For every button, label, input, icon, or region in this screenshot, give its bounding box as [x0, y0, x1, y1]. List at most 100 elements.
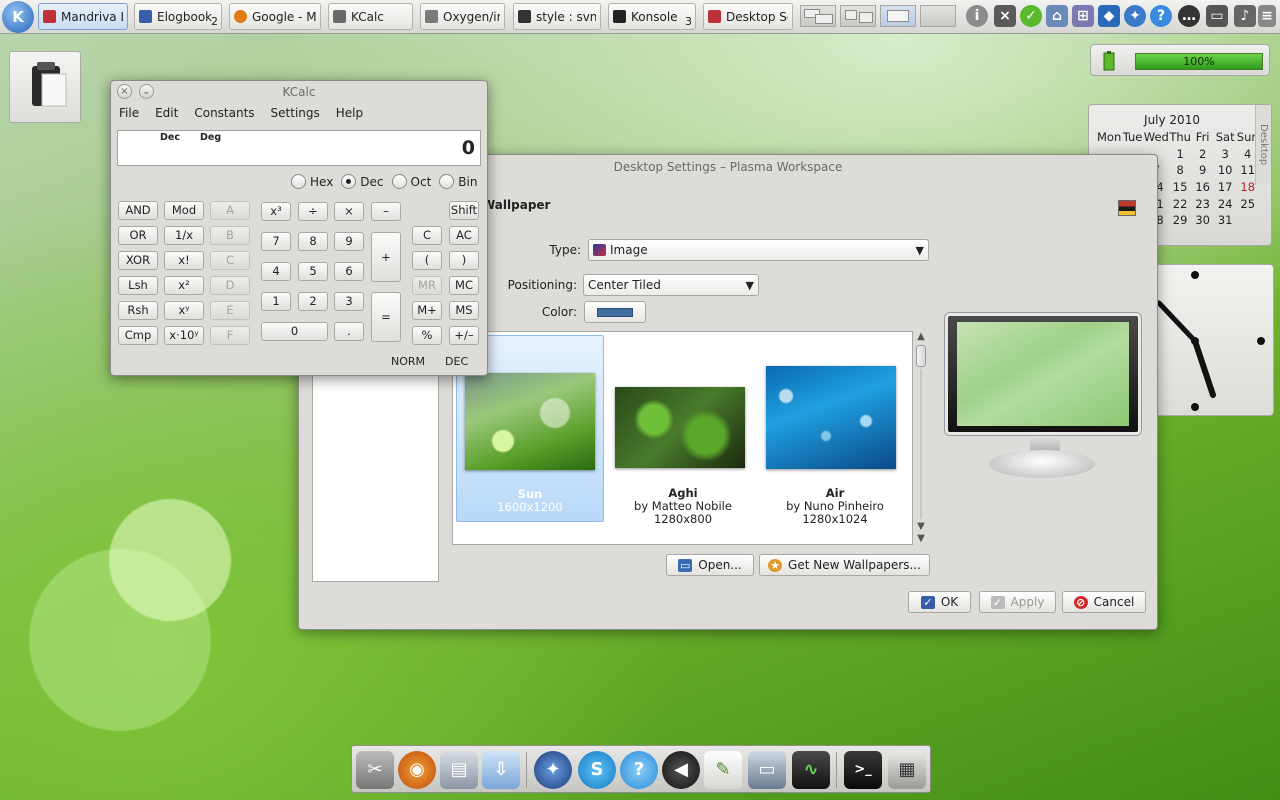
- calendar-day[interactable]: 17: [1214, 179, 1237, 196]
- ok-button[interactable]: ✓ OK: [908, 591, 971, 613]
- calendar-day[interactable]: 16: [1191, 179, 1214, 196]
- calendar-day[interactable]: 23: [1191, 196, 1214, 213]
- network-manager-icon[interactable]: ⊞: [1072, 5, 1094, 27]
- display-icon[interactable]: ▭: [1206, 5, 1228, 27]
- task-desktop-settings[interactable]: Desktop Settings: [703, 3, 793, 30]
- calendar-day[interactable]: 24: [1214, 196, 1237, 213]
- menu-help[interactable]: Help: [336, 106, 363, 120]
- digit-5-button[interactable]: 5: [298, 262, 328, 281]
- memory-recall-button[interactable]: MR: [412, 276, 442, 295]
- radio-bin[interactable]: Bin: [439, 174, 477, 189]
- hex-d-button[interactable]: D: [210, 276, 250, 295]
- skype-icon[interactable]: S: [578, 751, 616, 789]
- xor-button[interactable]: XOR: [118, 251, 158, 270]
- system-settings-icon[interactable]: ▭: [748, 751, 786, 789]
- chevron-up-icon[interactable]: ▲: [914, 331, 928, 343]
- desktop-toolbox-tab[interactable]: Desktop: [1255, 105, 1271, 185]
- reciprocal-button[interactable]: 1/x: [164, 226, 204, 245]
- calendar-day[interactable]: 25: [1236, 196, 1259, 213]
- info-icon[interactable]: i: [966, 5, 988, 27]
- menu-edit[interactable]: Edit: [155, 106, 178, 120]
- shift-button[interactable]: Shift: [449, 201, 479, 220]
- percent-button[interactable]: %: [412, 326, 442, 345]
- calculator-display[interactable]: Dec Deg 0: [117, 130, 481, 166]
- hex-e-button[interactable]: E: [210, 301, 250, 320]
- terminal-icon[interactable]: >_: [844, 751, 882, 789]
- system-monitor-icon[interactable]: ∿: [792, 751, 830, 789]
- menu-file[interactable]: File: [119, 106, 139, 120]
- all-clear-button[interactable]: AC: [449, 226, 479, 245]
- digit-1-button[interactable]: 1: [261, 292, 291, 311]
- rsh-button[interactable]: Rsh: [118, 301, 158, 320]
- chevron-down-icon[interactable]: ▼: [914, 521, 928, 533]
- positioning-select[interactable]: Center Tiled ▼: [583, 274, 759, 296]
- calendar-day[interactable]: 15: [1169, 179, 1192, 196]
- digit-6-button[interactable]: 6: [334, 262, 364, 281]
- volume-icon[interactable]: ♪: [1234, 5, 1256, 27]
- menu-constants[interactable]: Constants: [194, 106, 254, 120]
- device-notifier-icon[interactable]: ⌂: [1046, 5, 1068, 27]
- digit-4-button[interactable]: 4: [261, 262, 291, 281]
- mod-button[interactable]: Mod: [164, 201, 204, 220]
- wallpaper-item-aghi[interactable]: Aghi by Matteo Nobile 1280x800: [609, 335, 757, 526]
- network-off-icon[interactable]: ×: [994, 5, 1016, 27]
- type-select[interactable]: Image ▼: [588, 239, 929, 261]
- calendar-day[interactable]: 1: [1169, 146, 1192, 163]
- digit-8-button[interactable]: 8: [298, 232, 328, 251]
- radio-hex[interactable]: Hex: [291, 174, 333, 189]
- factorial-button[interactable]: x!: [164, 251, 204, 270]
- color-picker-button[interactable]: [584, 301, 646, 323]
- lsh-button[interactable]: Lsh: [118, 276, 158, 295]
- or-button[interactable]: OR: [118, 226, 158, 245]
- and-button[interactable]: AND: [118, 201, 158, 220]
- equals-button[interactable]: =: [371, 292, 401, 342]
- file-manager-icon[interactable]: ▤: [440, 751, 478, 789]
- chevron-down-icon[interactable]: ⌄: [139, 84, 154, 99]
- sign-toggle-button[interactable]: +/–: [449, 326, 479, 345]
- task-svn[interactable]: style : svn: [513, 3, 601, 30]
- digit-9-button[interactable]: 9: [334, 232, 364, 251]
- task-firefox[interactable]: Google - Mozilla Firefox: [229, 3, 321, 30]
- memory-store-button[interactable]: MS: [449, 301, 479, 320]
- help-bubble-icon[interactable]: ?: [620, 751, 658, 789]
- chevron-down-icon[interactable]: ▼: [914, 533, 928, 545]
- calendar-day[interactable]: 10: [1214, 162, 1237, 179]
- menu-settings[interactable]: Settings: [271, 106, 320, 120]
- memory-clear-button[interactable]: MC: [449, 276, 479, 295]
- task-mandriva[interactable]: Mandriva Linux: [38, 3, 128, 30]
- open-paren-button[interactable]: (: [412, 251, 442, 270]
- digit-0-button[interactable]: 0: [261, 322, 328, 341]
- task-kcalc[interactable]: KCalc: [328, 3, 413, 30]
- get-new-wallpapers-button[interactable]: ★ Get New Wallpapers...: [759, 554, 930, 576]
- calendar-day[interactable]: 9: [1191, 162, 1214, 179]
- hex-c-button[interactable]: C: [210, 251, 250, 270]
- calendar-day[interactable]: 31: [1214, 212, 1237, 229]
- power-button[interactable]: xʸ: [164, 301, 204, 320]
- hex-f-button[interactable]: F: [210, 326, 250, 345]
- close-icon[interactable]: ×: [117, 84, 132, 99]
- calendar-day[interactable]: 2: [1191, 146, 1214, 163]
- calendar-day[interactable]: 22: [1169, 196, 1192, 213]
- calculator-icon[interactable]: ▦: [888, 751, 926, 789]
- update-check-icon[interactable]: ✓: [1020, 5, 1042, 27]
- hex-b-button[interactable]: B: [210, 226, 250, 245]
- pager-desktop-2[interactable]: [840, 5, 876, 27]
- task-oxygen[interactable]: Oxygen/info: [420, 3, 505, 30]
- radio-dec[interactable]: Dec: [341, 174, 384, 189]
- download-icon[interactable]: ⇩: [482, 751, 520, 789]
- scrollbar-track[interactable]: [920, 369, 922, 519]
- close-paren-button[interactable]: ): [449, 251, 479, 270]
- radio-oct[interactable]: Oct: [391, 174, 431, 189]
- settings-sidebar[interactable]: [312, 374, 439, 582]
- wallpaper-item-air[interactable]: Air by Nuno Pinheiro 1280x1024: [761, 335, 909, 526]
- speech-bubble-icon[interactable]: ◀: [662, 751, 700, 789]
- kickoff-menu-button[interactable]: K: [2, 1, 34, 33]
- clear-button[interactable]: C: [412, 226, 442, 245]
- divide-button[interactable]: ÷: [298, 202, 328, 221]
- calendar-day[interactable]: 30: [1191, 212, 1214, 229]
- pager-desktop-3[interactable]: [880, 5, 916, 27]
- multiply-button[interactable]: ×: [334, 202, 364, 221]
- firefox-icon[interactable]: ◉: [398, 751, 436, 789]
- memory-add-button[interactable]: M+: [412, 301, 442, 320]
- apply-button[interactable]: ✓ Apply: [979, 591, 1056, 613]
